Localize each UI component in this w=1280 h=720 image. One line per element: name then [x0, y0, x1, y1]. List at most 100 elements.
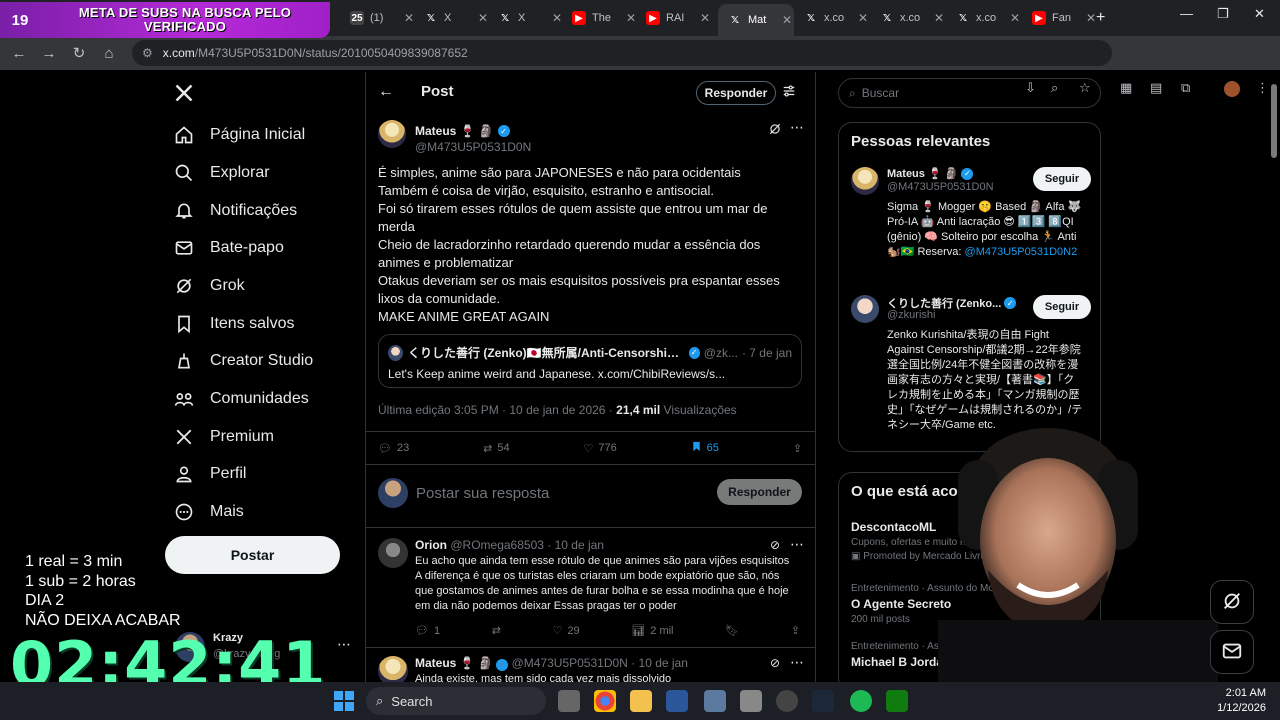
- back-arrow-icon[interactable]: ←: [378, 83, 394, 101]
- nav-explore[interactable]: Explorar: [174, 158, 270, 188]
- nav-more[interactable]: Mais: [174, 497, 244, 527]
- reload-icon[interactable]: ↻: [64, 44, 94, 62]
- quoted-tweet[interactable]: くりした善行 (Zenko)🇯🇵無所属/Anti-Censorship/C1..…: [378, 334, 802, 388]
- bio-mention-link[interactable]: @M473U5P0531D0N2: [965, 246, 1078, 258]
- search-input[interactable]: ⌕ Buscar: [838, 78, 1101, 108]
- task-view-icon[interactable]: [558, 690, 580, 712]
- system-clock[interactable]: 2:01 AM 1/12/2026: [1217, 686, 1266, 716]
- back-icon[interactable]: ←: [4, 45, 34, 62]
- close-window-icon[interactable]: ✕: [1254, 6, 1265, 22]
- tab-active[interactable]: 𝕏 Mat ✕: [718, 4, 794, 36]
- follow-button[interactable]: Seguir: [1033, 295, 1091, 319]
- page-scrollbar[interactable]: [1268, 72, 1280, 682]
- store-icon[interactable]: [666, 690, 688, 712]
- forward-icon[interactable]: →: [34, 45, 64, 62]
- grok-icon[interactable]: [768, 122, 782, 139]
- person-name[interactable]: Mateus 🍷 🗿 ✓: [887, 167, 974, 180]
- tab[interactable]: 𝕏x.co ✕: [794, 6, 868, 30]
- repost-action[interactable]: ⇄: [492, 624, 501, 637]
- xbox-icon[interactable]: [886, 690, 908, 712]
- nav-grok[interactable]: Grok: [174, 271, 245, 301]
- close-tab-icon[interactable]: ✕: [404, 11, 414, 25]
- restore-icon[interactable]: ❐: [1217, 6, 1229, 22]
- grok-floating-button[interactable]: [1210, 580, 1254, 624]
- obs-icon[interactable]: [776, 690, 798, 712]
- follow-button[interactable]: Seguir: [1033, 167, 1091, 191]
- more-options-icon[interactable]: ⋯: [790, 119, 804, 136]
- author-name[interactable]: Mateus 🍷 🗿 ✓: [415, 124, 531, 138]
- settings-gear-icon[interactable]: [740, 690, 762, 712]
- extensions-puzzle-icon[interactable]: ⧉: [1181, 80, 1190, 96]
- close-tab-icon[interactable]: ✕: [1010, 11, 1020, 25]
- bookmark-action[interactable]: 65: [691, 440, 719, 456]
- taskbar-search[interactable]: ⌕ Search: [366, 687, 546, 715]
- close-tab-icon[interactable]: ✕: [782, 13, 792, 27]
- tab[interactable]: ▶ The ✕: [562, 6, 636, 30]
- close-tab-icon[interactable]: ✕: [478, 11, 488, 25]
- spotify-icon[interactable]: [850, 690, 872, 712]
- steam-icon[interactable]: [812, 690, 834, 712]
- tab[interactable]: 𝕏x.co ✕: [946, 6, 1020, 30]
- reply-chip-button[interactable]: Responder: [696, 81, 776, 105]
- tab[interactable]: 𝕏X ✕: [414, 6, 488, 30]
- minimize-icon[interactable]: —: [1180, 6, 1193, 21]
- bookmark-icon[interactable]: 🔖︎: [725, 624, 739, 637]
- nav-home[interactable]: Página Inicial: [174, 120, 305, 150]
- more-options-icon[interactable]: ⋯: [790, 654, 804, 671]
- extension-icon[interactable]: ▦: [1120, 80, 1132, 96]
- new-tab-button[interactable]: +: [1096, 6, 1105, 30]
- profile-avatar-icon[interactable]: [1224, 81, 1240, 97]
- avatar[interactable]: [378, 120, 406, 148]
- person-item[interactable]: Mateus 🍷 🗿 ✓ @M473U5P0531D0N Seguir Sigma…: [851, 167, 1091, 285]
- tab[interactable]: ▶ RAI ✕: [636, 6, 710, 30]
- grok-icon[interactable]: ⊘: [770, 656, 780, 670]
- site-settings-icon[interactable]: ⚙: [142, 46, 153, 60]
- more-options-icon[interactable]: ⋯: [790, 536, 804, 553]
- avatar[interactable]: [378, 538, 408, 568]
- chrome-icon[interactable]: [594, 690, 616, 712]
- nav-notifications[interactable]: Notificações: [174, 196, 297, 226]
- scrollbar-thumb[interactable]: [1271, 84, 1277, 158]
- windows-start-icon[interactable]: [334, 691, 354, 714]
- close-tab-icon[interactable]: ✕: [626, 11, 636, 25]
- close-tab-icon[interactable]: ✕: [700, 11, 710, 25]
- nav-profile[interactable]: Perfil: [174, 459, 246, 489]
- reply-submit-button[interactable]: Responder: [717, 479, 802, 505]
- reply-action[interactable]: 💬︎ 1: [415, 624, 440, 638]
- x-logo-icon[interactable]: [174, 82, 194, 110]
- more-options-icon[interactable]: ⋯: [337, 636, 351, 653]
- repost-action[interactable]: ⇄ 54: [483, 442, 509, 455]
- avatar[interactable]: [378, 656, 408, 682]
- extension-icon[interactable]: ▤: [1150, 80, 1162, 96]
- close-tab-icon[interactable]: ✕: [858, 11, 868, 25]
- reply-tweet[interactable]: Mateus 🍷 🗿 ✓ @M473U5P0531D0N · 10 de jan…: [378, 654, 804, 682]
- reply-input[interactable]: Postar sua resposta: [416, 485, 549, 502]
- share-icon[interactable]: ⇪: [793, 442, 802, 455]
- sliders-icon[interactable]: [782, 84, 796, 101]
- author-handle[interactable]: @M473U5P0531D0N: [415, 140, 531, 154]
- close-tab-icon[interactable]: ✕: [934, 11, 944, 25]
- nav-creator-studio[interactable]: Creator Studio: [174, 346, 313, 376]
- grok-icon[interactable]: ⊘: [770, 538, 780, 552]
- reply-author-name[interactable]: Mateus 🍷 🗿: [415, 656, 493, 670]
- tab[interactable]: 25 (1) ✕: [340, 6, 414, 30]
- views-action[interactable]: 📊︎ 2 mil: [631, 624, 673, 638]
- like-action[interactable]: ♡ 776: [583, 442, 616, 455]
- close-tab-icon[interactable]: ✕: [1086, 11, 1096, 25]
- tab[interactable]: 𝕏X ✕: [488, 6, 562, 30]
- edited-timestamp[interactable]: Última edição 3:05 PM · 10 de jan de 202…: [378, 403, 613, 417]
- close-tab-icon[interactable]: ✕: [552, 11, 562, 25]
- tab[interactable]: ▶ Fan ✕: [1022, 6, 1096, 30]
- messages-floating-button[interactable]: [1210, 630, 1254, 674]
- share-icon[interactable]: ⇪: [791, 624, 800, 637]
- home-button-icon[interactable]: ⌂: [94, 45, 124, 62]
- avatar[interactable]: [851, 295, 879, 323]
- nav-chat[interactable]: Bate-papo: [174, 233, 284, 263]
- url-field[interactable]: ⚙ x.com/M473U5P0531D0N/status/2010050409…: [132, 40, 1112, 66]
- post-button[interactable]: Postar: [165, 536, 340, 574]
- reply-action[interactable]: 💬︎ 23: [378, 442, 409, 455]
- calculator-icon[interactable]: [704, 690, 726, 712]
- tab[interactable]: 𝕏x.co ✕: [870, 6, 944, 30]
- nav-communities[interactable]: Comunidades: [174, 384, 309, 414]
- nav-bookmarks[interactable]: Itens salvos: [174, 309, 294, 339]
